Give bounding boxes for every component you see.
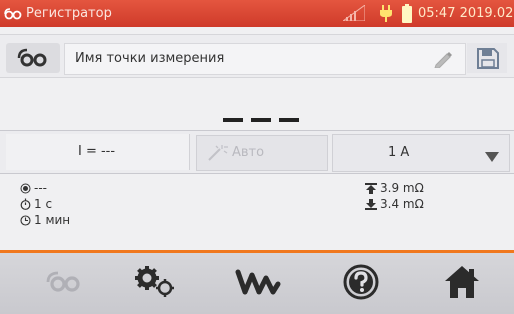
help-icon [343, 264, 379, 300]
status-bar: Регистратор 05:47 2019.02.11 [0, 0, 514, 27]
nav-settings-button[interactable] [125, 259, 185, 305]
nav-measurements-button[interactable] [228, 259, 288, 305]
current-range-select[interactable]: 1 A [332, 134, 510, 172]
battery-icon [402, 4, 412, 27]
upper-limit-value: 3.9 mΩ [380, 181, 424, 195]
reading-dash [223, 118, 243, 122]
lower-limit-value: 3.4 mΩ [380, 197, 424, 211]
chevron-down-icon [485, 147, 499, 166]
measurement-point-name: Имя точки измерения [75, 51, 225, 66]
info-line-duration: 1 мин [20, 212, 70, 228]
plug-icon [380, 5, 392, 26]
auto-button[interactable]: Авто [196, 135, 328, 171]
info-line-mode: --- [20, 180, 70, 196]
main-reading [215, 106, 305, 126]
nav-logger-button[interactable] [34, 259, 94, 305]
limits-info: 3.9 mΩ 3.4 mΩ [365, 180, 424, 212]
info-line-interval: 1 с [20, 196, 70, 212]
info-line1: --- [34, 181, 47, 195]
current-range-value: 1 A [388, 145, 410, 160]
auto-label: Авто [232, 145, 265, 160]
radio-dot-icon [20, 183, 31, 193]
measurement-point-name-field[interactable]: Имя точки измерения [64, 43, 466, 75]
clock: 05:47 2019.02.11 [418, 6, 514, 21]
meter-screen: Регистратор 05:47 2019.02.11 [0, 0, 514, 314]
upper-limit-icon [365, 182, 377, 194]
logger-button[interactable] [6, 43, 60, 73]
upper-limit-line: 3.9 mΩ [365, 180, 424, 196]
info-line2: 1 с [34, 197, 53, 211]
magic-wand-icon [208, 145, 228, 161]
home-icon [445, 266, 479, 298]
nav-home-button[interactable] [432, 259, 492, 305]
info-line3: 1 мин [34, 213, 71, 227]
measurement-point-row: Имя точки измерения [0, 34, 514, 78]
stopwatch-icon [20, 198, 31, 210]
measurement-settings: --- 1 с 1 мин [20, 180, 70, 228]
current-readout: I = --- [6, 134, 190, 170]
logger-icon [46, 271, 80, 292]
pencil-icon[interactable] [433, 50, 453, 72]
reading-dash [251, 118, 271, 122]
waveform-icon [235, 269, 281, 295]
lower-limit-icon [365, 198, 377, 210]
signal-strength-icon [341, 4, 366, 25]
app-title: Регистратор [26, 6, 112, 21]
current-value: I = --- [78, 144, 116, 159]
parameter-row: I = --- Авто 1 A [0, 130, 514, 174]
bottom-navigation [0, 250, 514, 314]
save-button[interactable] [467, 43, 507, 73]
clock-icon [20, 214, 31, 226]
lower-limit-line: 3.4 mΩ [365, 196, 424, 212]
gears-icon [135, 266, 174, 297]
reading-dash [279, 118, 299, 122]
logger-icon [3, 8, 23, 24]
nav-help-button[interactable] [331, 259, 391, 305]
floppy-icon [477, 48, 499, 69]
logger-icon [17, 48, 47, 67]
